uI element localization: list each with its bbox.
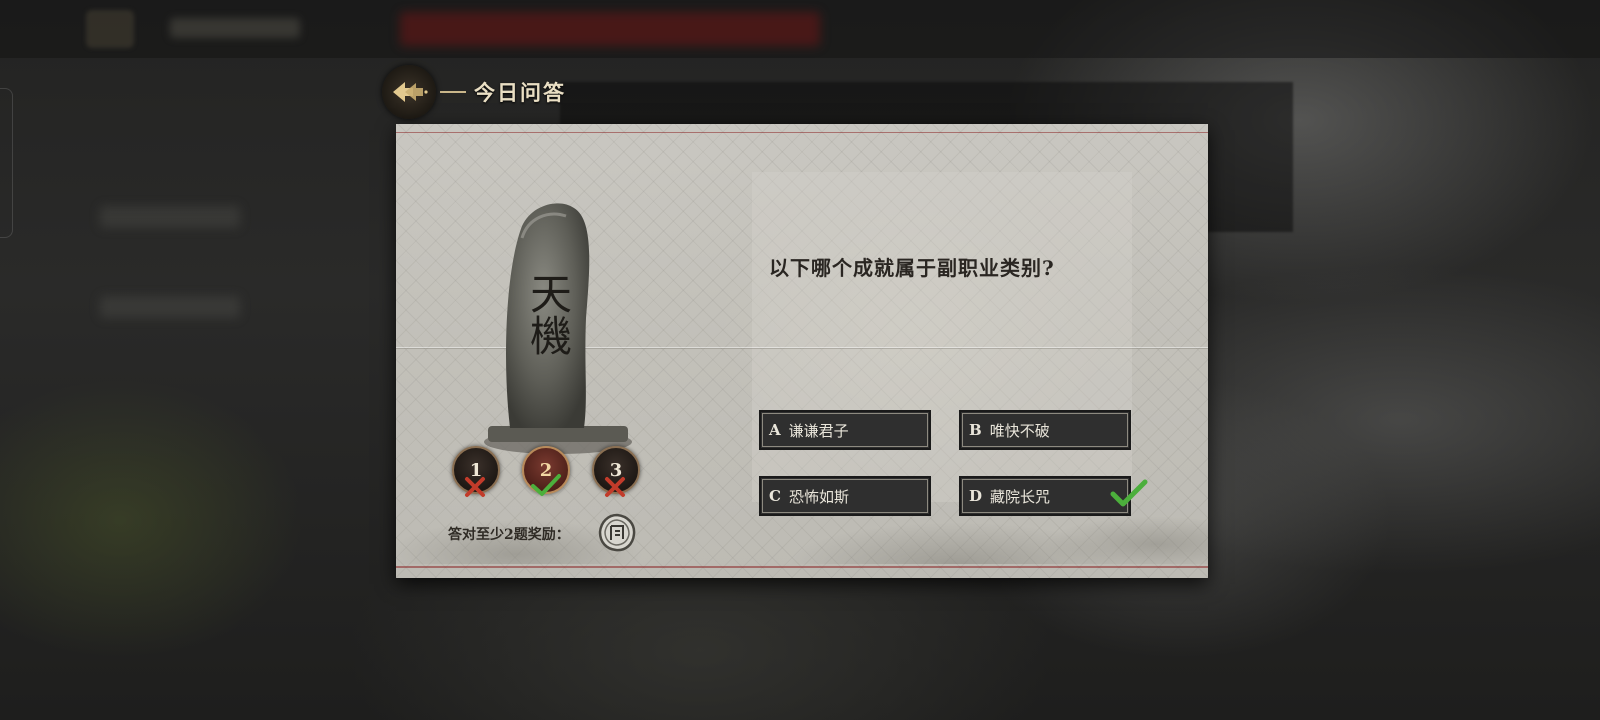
option-letter: B xyxy=(969,421,982,439)
quiz-card: 天機 1 2 3 答对至少2题奖励： 以下哪个成就属于副职业类别? A 谦谦君子… xyxy=(396,124,1208,578)
background-back-button xyxy=(86,10,134,48)
back-button[interactable] xyxy=(382,65,436,119)
reward-label: 答对至少2题奖励： xyxy=(448,527,570,543)
question-panel xyxy=(752,172,1132,502)
correct-check-icon xyxy=(531,474,561,496)
background-title-blur xyxy=(170,18,300,38)
stone-stele-image: 天機 xyxy=(478,198,638,462)
option-d-button[interactable]: D 藏院长咒 xyxy=(959,476,1131,516)
card-border-line xyxy=(396,566,1208,568)
option-letter: A xyxy=(769,421,781,439)
background-side-item xyxy=(100,296,240,318)
background-left-tab xyxy=(0,88,13,238)
wrong-x-icon xyxy=(605,477,625,497)
option-text: 恐怖如斯 xyxy=(788,487,849,506)
card-border-line xyxy=(396,132,1208,133)
header-divider xyxy=(440,91,466,93)
option-a-button[interactable]: A 谦谦君子 xyxy=(759,410,931,450)
question-text: 以下哪个成就属于副职业类别? xyxy=(769,256,1055,280)
option-c-button[interactable]: C 恐怖如斯 xyxy=(759,476,931,516)
back-arrow-icon xyxy=(393,82,428,102)
reward-token-icon[interactable] xyxy=(596,512,638,558)
stele-inscription: 天機 xyxy=(524,272,573,356)
dialog-header: 今日问答 xyxy=(382,65,566,119)
page-title: 今日问答 xyxy=(474,80,566,105)
wrong-x-icon xyxy=(465,477,485,497)
background-red-banner xyxy=(400,12,820,46)
option-letter: C xyxy=(769,487,781,505)
option-text: 唯快不破 xyxy=(989,421,1050,440)
correct-check-icon xyxy=(1110,479,1148,507)
option-text: 谦谦君子 xyxy=(788,421,849,440)
option-b-button[interactable]: B 唯快不破 xyxy=(959,410,1131,450)
option-letter: D xyxy=(969,487,983,505)
option-text: 藏院长咒 xyxy=(990,487,1051,506)
background-side-item xyxy=(100,206,240,228)
answer-progress: 1 2 3 xyxy=(452,446,652,506)
